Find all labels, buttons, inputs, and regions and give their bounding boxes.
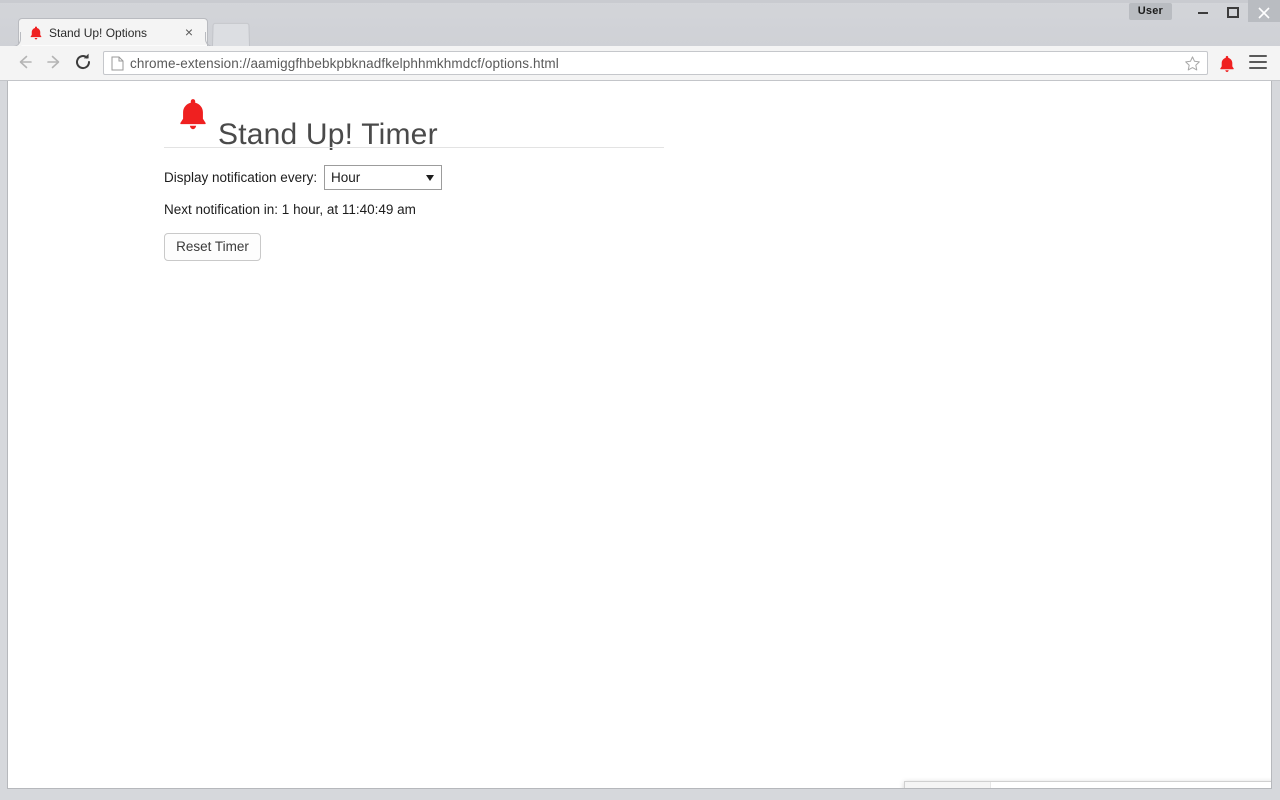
notification-toast[interactable]: Stand Up! It's time to stand up, it been… — [904, 781, 1271, 788]
tab-strip: Stand Up! Options × User — [0, 0, 1280, 47]
chevron-down-icon — [426, 175, 434, 181]
maximize-icon[interactable] — [1218, 0, 1248, 22]
next-notification-status: Next notification in: 1 hour, at 11:40:4… — [164, 202, 416, 217]
menu-line — [1249, 67, 1267, 69]
tab-title: Stand Up! Options — [49, 26, 148, 40]
reset-timer-button[interactable]: Reset Timer — [164, 233, 261, 261]
reload-icon[interactable] — [71, 52, 95, 76]
bell-icon — [176, 97, 210, 135]
header-divider — [164, 147, 664, 148]
bell-icon[interactable] — [1217, 54, 1237, 74]
interval-label: Display notification every: — [164, 170, 318, 185]
page-viewport: Stand Up! Timer Display notification eve… — [7, 81, 1272, 789]
user-profile-badge[interactable]: User — [1128, 3, 1172, 20]
menu-line — [1249, 61, 1267, 63]
minimize-icon[interactable] — [1188, 0, 1218, 22]
page-header: Stand Up! Timer — [164, 92, 664, 151]
back-arrow-icon[interactable] — [13, 52, 37, 76]
tab-strip-topline — [0, 0, 1280, 3]
hamburger-menu-icon[interactable] — [1249, 55, 1267, 71]
address-bar-url: chrome-extension://aamiggfhbebkpbknadfke… — [130, 56, 559, 71]
star-bookmark-icon[interactable] — [1184, 55, 1201, 72]
menu-line — [1249, 55, 1267, 57]
new-tab-button[interactable] — [212, 22, 250, 46]
window-frame-left — [0, 81, 7, 800]
close-icon[interactable] — [1248, 0, 1280, 22]
notification-icon-panel — [905, 782, 991, 788]
page-title: Stand Up! Timer — [218, 118, 438, 152]
window-frame-bottom — [0, 789, 1280, 800]
page-document-icon — [111, 56, 124, 71]
address-bar[interactable]: chrome-extension://aamiggfhbebkpbknadfke… — [103, 51, 1208, 75]
window-frame-right — [1272, 81, 1280, 800]
interval-select[interactable]: Hour — [324, 165, 442, 190]
options-page: Stand Up! Timer Display notification eve… — [8, 81, 1271, 788]
interval-select-value: Hour — [331, 170, 361, 185]
bell-icon — [28, 25, 44, 41]
browser-toolbar: chrome-extension://aamiggfhbebkpbknadfke… — [0, 46, 1280, 81]
browser-window: Stand Up! Options × User chrome-extensio… — [0, 0, 1280, 800]
close-icon[interactable]: × — [181, 24, 197, 40]
forward-arrow-icon[interactable] — [42, 52, 66, 76]
browser-tab[interactable]: Stand Up! Options × — [18, 18, 220, 47]
